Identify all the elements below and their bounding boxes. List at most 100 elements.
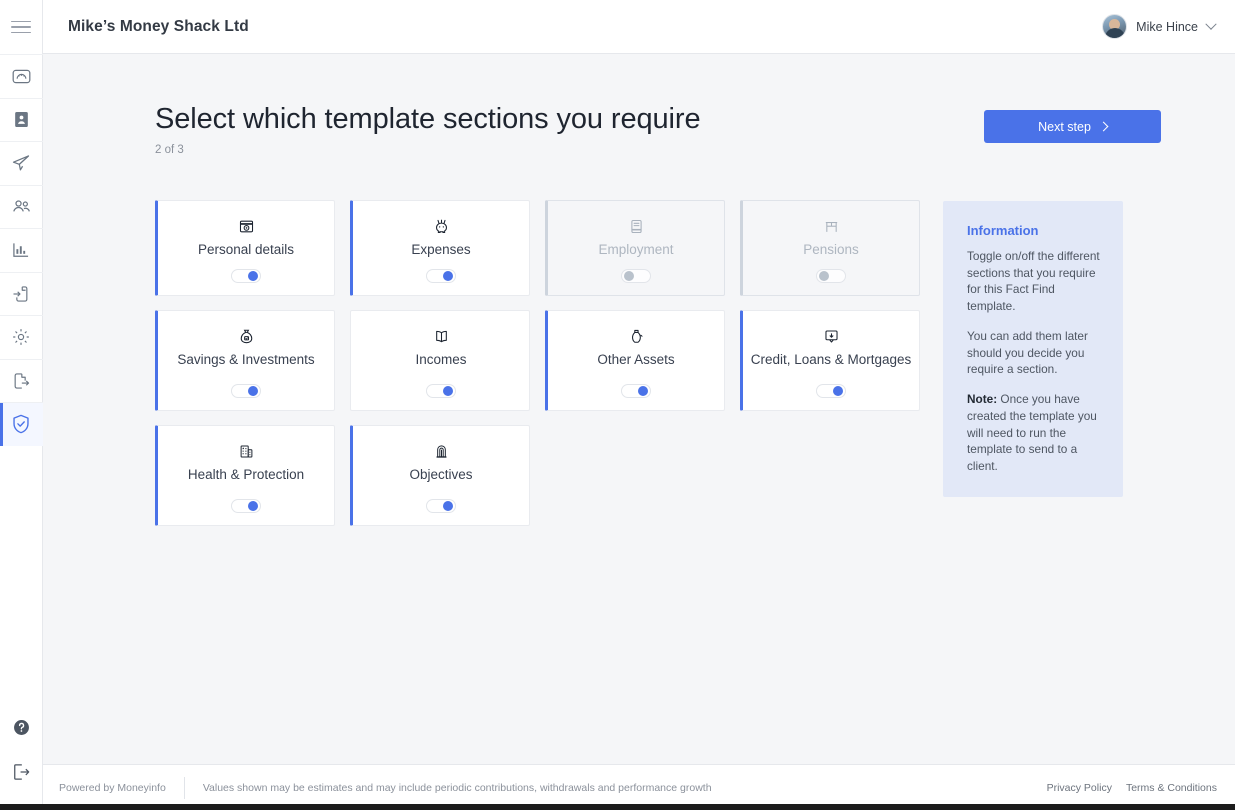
body-region: Personal details Expenses Employment Pen… bbox=[43, 156, 1235, 540]
section-card-objectives[interactable]: Objectives bbox=[350, 424, 530, 526]
section-card-personal-details[interactable]: Personal details bbox=[155, 199, 335, 296]
toggle-knob bbox=[443, 385, 453, 396]
footer-divider bbox=[183, 776, 185, 799]
avatar bbox=[1102, 14, 1128, 39]
top-header: Mike’s Money Shack Ltd Mike Hince bbox=[43, 0, 1235, 54]
logout-button[interactable] bbox=[0, 752, 43, 796]
sidebar-bottom-group bbox=[0, 708, 43, 810]
card-row: Savings & Investments Incomes Other Asse… bbox=[155, 309, 925, 411]
piggy-bank-icon bbox=[433, 217, 450, 237]
section-toggle[interactable] bbox=[426, 268, 456, 283]
dashboard-gauge-icon bbox=[11, 66, 32, 87]
hamburger-menu-button[interactable] bbox=[0, 0, 43, 54]
contact-card-icon bbox=[12, 110, 31, 129]
section-card-expenses[interactable]: Expenses bbox=[350, 199, 530, 296]
powered-by-label: Powered by Moneyinfo bbox=[59, 781, 166, 794]
section-card-pensions[interactable]: Pensions bbox=[740, 199, 920, 296]
section-toggle[interactable] bbox=[426, 498, 456, 513]
paper-plane-icon bbox=[11, 153, 31, 173]
information-panel: Information Toggle on/off the different … bbox=[943, 200, 1123, 497]
footer-links: Privacy Policy Terms & Conditions bbox=[1047, 782, 1217, 794]
hamburger-icon bbox=[11, 17, 31, 38]
sidebar-item-settings[interactable] bbox=[0, 315, 43, 359]
help-circle-icon bbox=[12, 718, 31, 742]
step-indicator: 2 of 3 bbox=[155, 143, 184, 156]
privacy-policy-link[interactable]: Privacy Policy bbox=[1047, 782, 1112, 794]
main-column: Mike’s Money Shack Ltd Mike Hince Select… bbox=[43, 0, 1235, 810]
section-card-label: Employment bbox=[598, 241, 674, 257]
sidebar-item-clients[interactable] bbox=[0, 184, 43, 229]
section-card-savings-investments[interactable]: Savings & Investments bbox=[155, 309, 335, 411]
toggle-knob bbox=[248, 385, 258, 396]
sidebar-item-messages[interactable] bbox=[0, 141, 43, 185]
section-card-label: Credit, Loans & Mortgages bbox=[750, 351, 912, 367]
section-card-label: Pensions bbox=[803, 241, 859, 257]
information-note-label: Note: bbox=[967, 392, 998, 407]
app-root: Mike’s Money Shack Ltd Mike Hince Select… bbox=[0, 0, 1235, 810]
gear-settings-icon bbox=[11, 327, 31, 347]
card-row: Health & Protection Objectives bbox=[155, 424, 925, 526]
section-card-incomes[interactable]: Incomes bbox=[350, 309, 530, 411]
section-toggle[interactable] bbox=[231, 383, 261, 398]
section-toggle[interactable] bbox=[621, 268, 651, 283]
bank-pillar-icon bbox=[823, 217, 840, 237]
section-card-employment[interactable]: Employment bbox=[545, 199, 725, 296]
file-export-icon bbox=[11, 371, 31, 391]
briefcase-document-icon bbox=[628, 217, 645, 237]
sidebar-item-contacts[interactable] bbox=[0, 97, 43, 142]
toggle-knob bbox=[248, 500, 258, 511]
section-toggle[interactable] bbox=[231, 498, 261, 513]
monument-icon bbox=[433, 442, 450, 462]
toggle-knob bbox=[819, 270, 829, 281]
section-toggle[interactable] bbox=[816, 383, 846, 398]
toggle-knob bbox=[833, 385, 843, 396]
section-card-label: Objectives bbox=[409, 466, 473, 482]
section-card-label: Health & Protection bbox=[187, 466, 305, 482]
logout-icon bbox=[11, 762, 31, 787]
toggle-knob bbox=[443, 270, 453, 281]
page-header-row: Select which template sections you requi… bbox=[43, 54, 1235, 156]
terms-conditions-link[interactable]: Terms & Conditions bbox=[1126, 782, 1217, 794]
page-title-group: Select which template sections you requi… bbox=[155, 103, 701, 156]
shield-check-icon bbox=[10, 413, 32, 435]
money-bag-icon bbox=[238, 327, 255, 347]
sidebar-item-factfind[interactable] bbox=[0, 402, 43, 446]
section-card-health-protection[interactable]: Health & Protection bbox=[155, 424, 335, 526]
section-toggle[interactable] bbox=[816, 268, 846, 283]
section-card-credit-loans-mortgages[interactable]: Credit, Loans & Mortgages bbox=[740, 309, 920, 411]
card-row: Personal details Expenses Employment Pen… bbox=[155, 199, 925, 296]
user-name-label: Mike Hince bbox=[1136, 19, 1198, 34]
section-card-label: Savings & Investments bbox=[177, 351, 315, 367]
footer-disclaimer: Values shown may be estimates and may in… bbox=[202, 781, 712, 794]
section-toggle[interactable] bbox=[231, 268, 261, 283]
toggle-knob bbox=[638, 385, 648, 396]
section-card-label: Personal details bbox=[197, 241, 295, 257]
section-card-label: Expenses bbox=[411, 241, 471, 257]
sidebar bbox=[0, 0, 43, 810]
sidebar-item-reports[interactable] bbox=[0, 228, 43, 272]
next-step-button[interactable]: Next step bbox=[984, 110, 1161, 143]
toggle-knob bbox=[624, 270, 634, 281]
sidebar-item-export[interactable] bbox=[0, 358, 43, 403]
chevron-right-icon bbox=[1098, 121, 1109, 132]
card-arrow-icon bbox=[823, 327, 840, 347]
section-card-label: Other Assets bbox=[597, 351, 675, 367]
help-button[interactable] bbox=[0, 708, 43, 752]
sidebar-item-import[interactable] bbox=[0, 271, 43, 316]
open-book-icon bbox=[433, 327, 450, 347]
section-card-label: Incomes bbox=[415, 351, 467, 367]
chevron-down-icon bbox=[1205, 18, 1217, 30]
toggle-knob bbox=[248, 270, 258, 281]
next-step-label: Next step bbox=[1038, 119, 1091, 134]
information-note: Note: Once you have created the template… bbox=[967, 391, 1104, 475]
section-toggle[interactable] bbox=[426, 383, 456, 398]
section-toggle[interactable] bbox=[621, 383, 651, 398]
sidebar-item-dashboard[interactable] bbox=[0, 54, 43, 98]
section-card-other-assets[interactable]: Other Assets bbox=[545, 309, 725, 411]
toggle-knob bbox=[443, 500, 453, 511]
bar-chart-icon bbox=[11, 240, 31, 260]
information-panel-title: Information bbox=[967, 222, 1039, 238]
section-cards-grid: Personal details Expenses Employment Pen… bbox=[155, 199, 925, 540]
user-menu[interactable]: Mike Hince bbox=[1102, 14, 1217, 39]
people-group-icon bbox=[11, 196, 32, 217]
